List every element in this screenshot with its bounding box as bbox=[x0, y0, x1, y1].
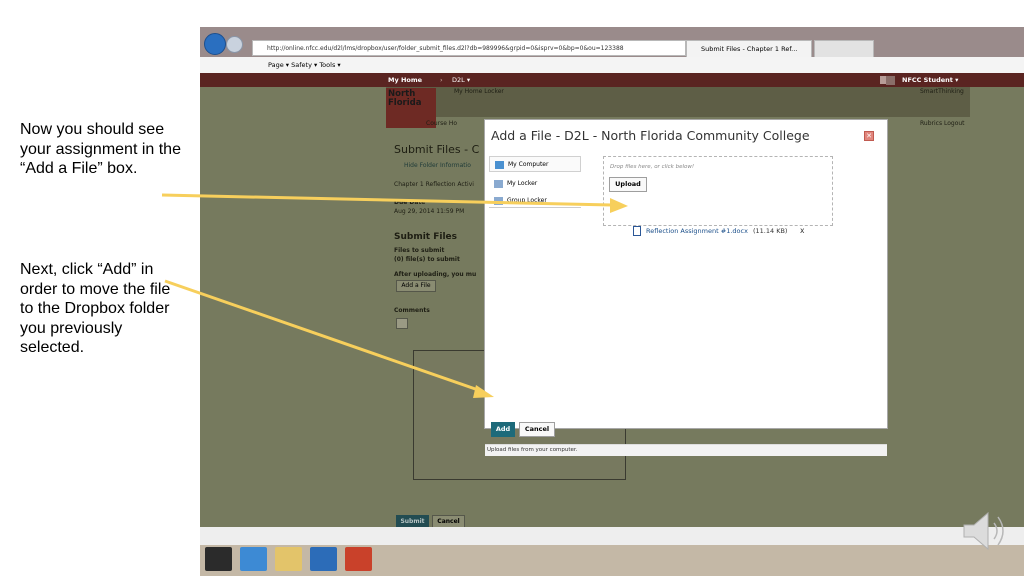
tab-new[interactable] bbox=[814, 40, 874, 57]
submit-files-heading: Submit Files bbox=[394, 232, 458, 242]
due-date-label: Due Date bbox=[394, 199, 426, 206]
hide-folder-link[interactable]: Hide Folder Informatio bbox=[404, 162, 471, 169]
command-bar: Page ▾ Safety ▾ Tools ▾ bbox=[200, 57, 1024, 73]
uploaded-file-name[interactable]: Reflection Assignment #1.docx bbox=[646, 227, 748, 235]
outlook-icon[interactable] bbox=[310, 547, 337, 571]
my-home-link[interactable]: My Home bbox=[388, 73, 422, 87]
my-home-locker-link[interactable]: My Home Locker bbox=[454, 88, 504, 95]
group-locker-icon bbox=[494, 197, 503, 205]
dialog-cancel-button[interactable]: Cancel bbox=[519, 422, 555, 437]
d2l-navbar: My Home › D2L ▾ NFCC Student ▾ bbox=[200, 73, 1024, 87]
computer-icon bbox=[495, 161, 504, 169]
file-explorer-icon[interactable] bbox=[275, 547, 302, 571]
speaker-icon[interactable] bbox=[960, 505, 1012, 557]
after-upload-text: After uploading, you mu bbox=[394, 271, 477, 278]
d2l-menu[interactable]: D2L ▾ bbox=[452, 73, 470, 87]
pencil-icon[interactable] bbox=[396, 318, 408, 329]
user-menu[interactable]: NFCC Student ▾ bbox=[902, 73, 958, 87]
add-button[interactable]: Add bbox=[491, 422, 515, 437]
windows-taskbar bbox=[200, 545, 1024, 576]
drop-hint: Drop files here, or click below! bbox=[610, 164, 695, 170]
source-my-locker-label: My Locker bbox=[507, 180, 538, 187]
page-title: Submit Files - C bbox=[394, 143, 480, 156]
instruction-note-2: Next, click “Add” in order to move the f… bbox=[20, 261, 171, 356]
files-to-submit-label: Files to submit bbox=[394, 247, 445, 254]
course-home-link[interactable]: Course Ho bbox=[426, 120, 457, 127]
source-my-computer[interactable]: My Computer bbox=[489, 156, 581, 172]
comments-label: Comments bbox=[394, 307, 430, 314]
user-avatar[interactable] bbox=[886, 76, 895, 85]
smartthinking-link[interactable]: SmartThinking bbox=[920, 88, 964, 95]
source-group-locker[interactable]: Group Locker bbox=[489, 193, 581, 207]
source-my-locker[interactable]: My Locker bbox=[489, 176, 581, 192]
source-list-divider bbox=[489, 207, 581, 208]
close-icon[interactable]: ✕ bbox=[864, 131, 874, 141]
files-count: (0) file(s) to submit bbox=[394, 256, 460, 263]
source-my-computer-label: My Computer bbox=[508, 161, 549, 168]
folder-description: Chapter 1 Reflection Activi bbox=[394, 181, 474, 188]
remove-file-icon[interactable]: x bbox=[800, 226, 804, 235]
tab-submit-files[interactable]: Submit Files - Chapter 1 Ref... bbox=[686, 40, 812, 57]
due-date-value: Aug 29, 2014 11:59 PM bbox=[394, 208, 465, 215]
windows-start-icon[interactable] bbox=[205, 547, 232, 571]
source-group-locker-label: Group Locker bbox=[507, 197, 547, 204]
upload-button[interactable]: Upload bbox=[609, 177, 647, 192]
internet-explorer-icon[interactable] bbox=[240, 547, 267, 571]
dialog-status: Upload files from your computer. bbox=[485, 444, 887, 456]
instruction-note-1: Now you should see your assignment in th… bbox=[20, 121, 181, 177]
browser-window: http://online.nfcc.edu/d2l/lms/dropbox/u… bbox=[200, 27, 1024, 545]
browser-titlebar: http://online.nfcc.edu/d2l/lms/dropbox/u… bbox=[200, 27, 1024, 57]
command-bar-menus[interactable]: Page ▾ Safety ▾ Tools ▾ bbox=[268, 57, 341, 73]
rubrics-logout-links[interactable]: Rubrics Logout bbox=[920, 120, 965, 127]
dialog-title: Add a File - D2L - North Florida Communi… bbox=[491, 128, 810, 143]
browser-status-bar bbox=[200, 527, 1024, 545]
add-a-file-button[interactable]: Add a File bbox=[396, 280, 436, 292]
uploaded-file-size: (11.14 KB) bbox=[753, 227, 788, 235]
back-icon[interactable] bbox=[204, 33, 226, 55]
address-bar[interactable]: http://online.nfcc.edu/d2l/lms/dropbox/u… bbox=[252, 40, 686, 56]
add-file-dialog: Add a File - D2L - North Florida Communi… bbox=[484, 119, 888, 456]
powerpoint-icon[interactable] bbox=[345, 547, 372, 571]
forward-icon[interactable] bbox=[226, 36, 243, 53]
locker-icon bbox=[494, 180, 503, 188]
breadcrumb-separator-icon: › bbox=[440, 76, 443, 84]
logo-line-2: Florida bbox=[388, 98, 422, 108]
word-doc-icon bbox=[633, 226, 641, 236]
